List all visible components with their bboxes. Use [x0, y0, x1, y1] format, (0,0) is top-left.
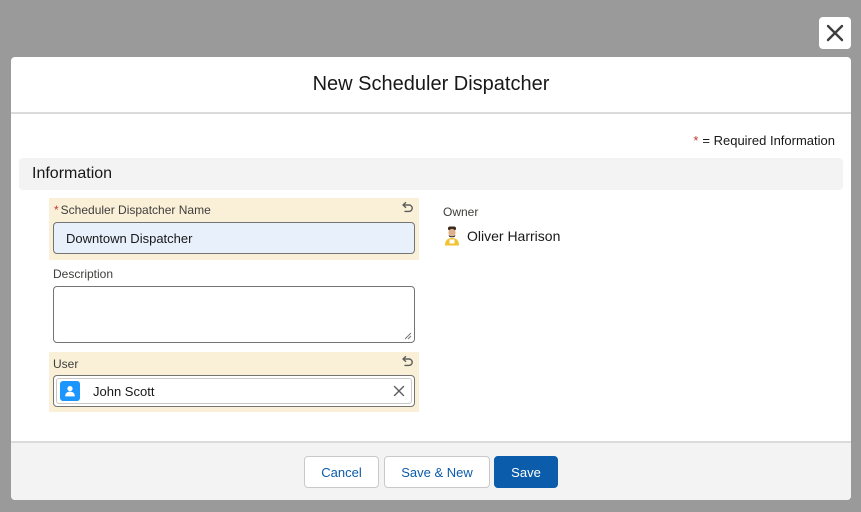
section-title: Information [32, 165, 113, 182]
name-required-marker: * [54, 203, 59, 217]
resize-grip-icon[interactable] [404, 332, 412, 340]
required-star: * [693, 133, 699, 148]
user-lookup-field[interactable]: John Scott [53, 375, 415, 407]
modal-body: * = Required Information Information * Sch… [11, 114, 851, 441]
user-field-label: User [53, 357, 79, 371]
description-textarea[interactable] [53, 286, 415, 343]
modal-close-button[interactable] [819, 17, 851, 49]
save-and-new-button[interactable]: Save & New [384, 456, 490, 488]
modal-header: New Scheduler Dispatcher [11, 57, 851, 114]
modal-title: New Scheduler Dispatcher [312, 73, 550, 95]
save-button[interactable]: Save [494, 456, 558, 488]
owner-value: Oliver Harrison [443, 226, 560, 246]
modal-footer: Cancel Save & New Save [11, 441, 851, 500]
description-field-label: Description [53, 267, 114, 281]
undo-icon[interactable] [400, 355, 414, 369]
scheduler-dispatcher-name-input[interactable]: Downtown Dispatcher [53, 222, 415, 254]
close-icon [826, 24, 844, 42]
section-header-information[interactable]: Information [19, 158, 843, 190]
cancel-button[interactable]: Cancel [304, 456, 379, 488]
owner-name[interactable]: Oliver Harrison [467, 228, 560, 244]
required-legend-text: = Required Information [702, 133, 835, 148]
user-lookup-value: John Scott [93, 383, 155, 399]
undo-icon[interactable] [400, 201, 414, 215]
user-icon [60, 381, 80, 401]
user-lookup-pill[interactable]: John Scott [56, 378, 412, 404]
avatar-icon [445, 226, 459, 246]
name-field-label: * Scheduler Dispatcher Name [54, 203, 211, 217]
required-legend: * = Required Information [693, 133, 835, 148]
name-label-text: Scheduler Dispatcher Name [60, 203, 211, 217]
owner-field-label: Owner [443, 205, 479, 219]
new-record-modal: New Scheduler Dispatcher * = Required Inf… [11, 57, 851, 500]
clear-icon[interactable] [393, 385, 405, 397]
